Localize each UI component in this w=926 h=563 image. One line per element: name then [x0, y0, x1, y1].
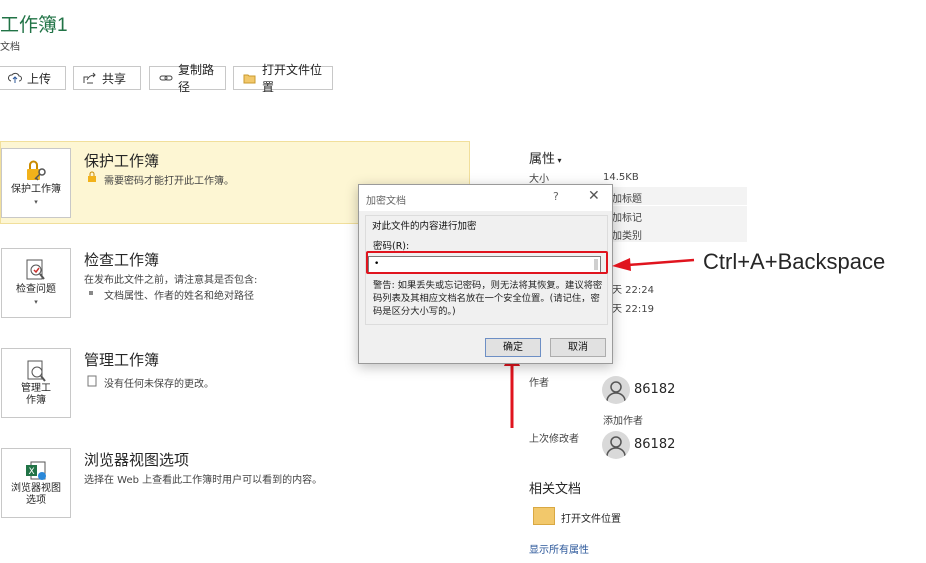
protect-workbook-tile[interactable]: 保护工作簿 ▾ [1, 148, 71, 218]
inspect-document-icon [26, 259, 45, 280]
check-issues-tile[interactable]: 检查问题 ▾ [1, 248, 71, 318]
encrypt-group-label: 对此文件的内容进行加密 [372, 221, 477, 232]
chevron-down-icon: ▾ [34, 298, 38, 306]
last-modified-avatar [602, 431, 630, 459]
svg-text:X: X [29, 467, 35, 477]
size-label: 大小 [529, 174, 549, 185]
link-icon [159, 75, 173, 81]
annotation-arrow-left [612, 258, 695, 271]
browser-view-heading: 浏览器视图选项 [84, 451, 190, 469]
password-highlight-box [366, 251, 608, 274]
manage-workbook-tile[interactable]: 管理工 作簿 [1, 348, 71, 418]
workbook-subtitle: 文档 [0, 42, 20, 53]
browser-tile-label-2: 选项 [26, 495, 46, 506]
upload-label: 上传 [27, 71, 52, 86]
protect-workbook-text: 需要密码才能打开此工作簿。 [104, 176, 234, 187]
upload-button[interactable]: 上传 [0, 66, 66, 90]
related-open-location[interactable]: 打开文件位置 [561, 510, 621, 525]
manage-workbook-heading: 管理工作簿 [84, 351, 160, 369]
excel-browser-icon: X [26, 461, 46, 480]
browser-tile-label-1: 浏览器视图 [11, 483, 61, 494]
author-avatar [602, 376, 630, 404]
close-icon[interactable]: ✕ [588, 188, 600, 204]
related-docs-heading: 相关文档 [529, 482, 582, 497]
show-all-properties-link[interactable]: 显示所有属性 [529, 541, 589, 556]
chevron-down-icon: ▾ [34, 198, 38, 206]
upload-icon [8, 72, 22, 83]
keyboard-shortcut-hint: Ctrl+A+Backspace [703, 249, 886, 274]
created-time: 天 22:19 [612, 304, 654, 315]
protect-workbook-heading: 保护工作簿 [84, 152, 160, 170]
last-modified-name: 86182 [634, 437, 676, 452]
protect-tile-label: 保护工作簿 [11, 184, 61, 195]
manage-tile-label-2: 作簿 [26, 395, 46, 406]
password-label: 密码(R): [373, 241, 410, 252]
title-placeholder: 加标题 [612, 194, 642, 205]
small-lock-icon [88, 171, 96, 182]
author-label: 作者 [529, 378, 549, 389]
manage-tile-label-1: 管理工 [21, 383, 51, 394]
person-icon [606, 436, 626, 457]
folder-icon [243, 74, 256, 83]
author-name: 86182 [634, 382, 676, 397]
open-file-location-button[interactable]: 打开文件位置 [233, 63, 333, 94]
cancel-button[interactable]: 取消 [550, 338, 606, 357]
copy-path-button[interactable]: 复制路径 [149, 63, 226, 94]
lock-key-icon [27, 160, 46, 181]
check-issues-label: 检查问题 [16, 284, 56, 295]
size-value: 14.5KB [603, 172, 639, 183]
category-placeholder: 加类别 [612, 231, 642, 242]
encrypt-document-dialog: 加密文档 ? ✕ 对此文件的内容进行加密 密码(R): • 警告: 如果丢失或忘… [358, 184, 613, 364]
share-button[interactable]: 共享 [73, 66, 141, 90]
copy-path-label: 复制路径 [178, 63, 215, 94]
browser-view-options-tile[interactable]: X 浏览器视图 选项 [1, 448, 71, 518]
password-warning: 警告: 如果丢失或忘记密码，则无法将其恢复。建议将密码列表及其相应文档名放在一个… [373, 280, 603, 317]
add-author-link[interactable]: 添加作者 [603, 412, 643, 427]
properties-heading[interactable]: 属性 ▾ [529, 148, 562, 167]
browser-view-text: 选择在 Web 上查看此工作簿时用户可以看到的内容。 [84, 475, 323, 486]
folder-icon[interactable] [533, 507, 555, 525]
share-label: 共享 [102, 71, 127, 86]
inspect-workbook-heading: 检查工作簿 [84, 251, 160, 269]
person-icon [606, 381, 626, 402]
inspect-workbook-bullet: 文档属性、作者的姓名和绝对路径 [104, 291, 254, 302]
manage-workbook-text: 没有任何未保存的更改。 [104, 379, 214, 390]
workbook-title: 工作簿1 [0, 15, 68, 36]
last-modified-label: 上次修改者 [529, 434, 579, 445]
document-icon [87, 375, 97, 387]
modified-time: 天 22:24 [612, 285, 654, 296]
dialog-title: 加密文档 [366, 196, 406, 207]
bullet-icon [89, 291, 93, 295]
manage-document-icon [27, 360, 46, 382]
share-icon [83, 72, 96, 84]
inspect-workbook-text: 在发布此文件之前，请注意其是否包含: [84, 275, 258, 286]
ok-button[interactable]: 确定 [485, 338, 541, 357]
tags-placeholder: 加标记 [612, 213, 642, 224]
help-icon[interactable]: ? [553, 190, 559, 203]
open-file-location-label: 打开文件位置 [262, 63, 323, 94]
